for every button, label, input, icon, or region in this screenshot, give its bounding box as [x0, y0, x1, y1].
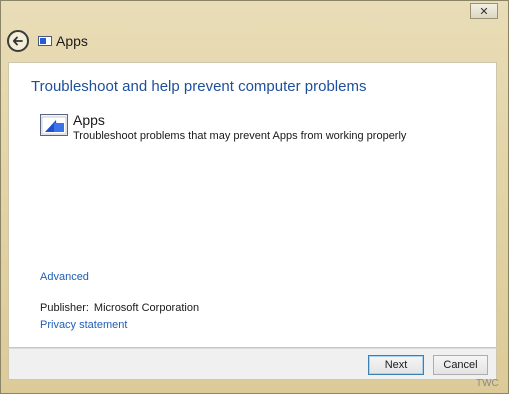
close-icon: ✕ [479, 4, 489, 18]
next-button[interactable]: Next [368, 355, 424, 375]
privacy-statement-link[interactable]: Privacy statement [40, 319, 127, 331]
troubleshooter-icon [38, 36, 52, 46]
troubleshooter-description: Troubleshoot problems that may prevent A… [73, 130, 407, 142]
page-heading: Troubleshoot and help prevent computer p… [31, 78, 367, 95]
watermark: TWC [476, 378, 499, 389]
cancel-button[interactable]: Cancel [433, 355, 488, 375]
advanced-link[interactable]: Advanced [40, 271, 89, 283]
publisher-label: Publisher: [40, 302, 89, 314]
back-arrow-icon [12, 36, 23, 46]
apps-troubleshooter-icon [40, 114, 68, 136]
back-button[interactable] [7, 30, 29, 52]
troubleshooter-title: Apps [73, 112, 105, 128]
close-button[interactable]: ✕ [470, 3, 498, 19]
window-title: Apps [56, 33, 88, 49]
publisher-info: Publisher: Microsoft Corporation [40, 302, 199, 314]
publisher-value: Microsoft Corporation [93, 302, 200, 314]
